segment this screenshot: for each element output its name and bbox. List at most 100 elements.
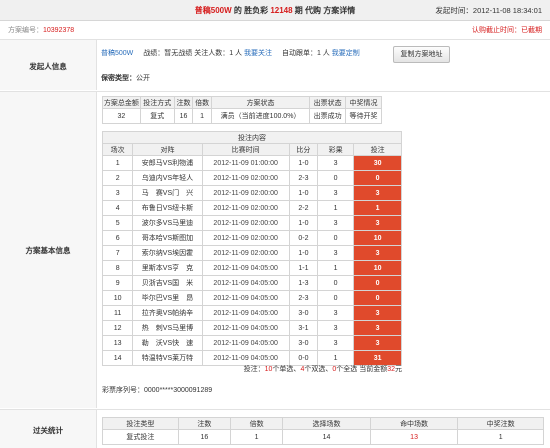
result: 0 <box>317 275 355 291</box>
match-number: 6 <box>101 230 134 246</box>
summary-row: 32 复式 16 1 满员（当前进度100.0%） 出票成功 等待开奖 <box>102 108 382 124</box>
stats-cell: 1 <box>457 429 544 445</box>
follow-link[interactable]: 我要关注 <box>244 50 272 57</box>
matchup: 热 刺VS马里博 <box>132 320 203 336</box>
bet-row: 12 热 刺VS马里博 2012-11-09 04:05:00 3-1 3 3 <box>101 320 402 336</box>
bet-summary-text: 个全选 当前金额 <box>336 366 388 373</box>
stats-cell: 1 <box>229 429 284 445</box>
scheme-summary-table: 方案总金额 投注方式 注数 倍数 方案状态 出票状态 中奖情况 32 复式 16… <box>102 96 382 124</box>
initiator-section-label: 发起人信息 <box>0 39 97 90</box>
stats-header: 倍数 <box>229 417 284 430</box>
initiator-user-link[interactable]: 普稿500W <box>101 50 133 57</box>
match-time: 2012-11-09 04:05:00 <box>201 335 290 351</box>
score: 1-0 <box>288 245 319 261</box>
match-number: 2 <box>101 170 134 186</box>
result: 0 <box>317 290 355 306</box>
result: 3 <box>317 335 355 351</box>
title-issue: 12148 <box>270 6 293 15</box>
initiator-section: 普稿500W 战绩：暂无战绩 关注人数：1 人 我要关注 自动跟单：1 人 我要… <box>97 39 550 90</box>
auto-follow-value: 1 人 <box>316 50 330 57</box>
match-time: 2012-11-09 04:05:00 <box>201 275 290 291</box>
summary-cell: 复式 <box>139 108 175 124</box>
score: 1-0 <box>288 155 319 171</box>
follow-label: 关注人数： <box>194 50 230 57</box>
bet-header-row: 场次 对阵 比赛时间 比分 彩果 投注 <box>101 143 402 156</box>
stats-cell: 复式投注 <box>102 429 179 445</box>
bet-summary-line: 投注：10个单选、4个双选、0个全选 当前金额32元 <box>102 364 402 374</box>
summary-cell: 出票成功 <box>309 108 347 124</box>
stats-section-label: 过关统计 <box>0 409 97 448</box>
summary-header: 方案总金额 <box>102 96 141 109</box>
matchup: 毕尔巴VS里 昂 <box>132 290 203 306</box>
bet-pick: 1 <box>353 200 402 216</box>
bet-summary-text: 投注： <box>243 366 265 373</box>
publish-time: 发起时间：2012-11-08 18:34:01 <box>435 5 542 16</box>
stats-cell: 13 <box>369 429 459 445</box>
privacy-line: 保密类型：公开 <box>101 73 150 83</box>
match-number: 4 <box>101 200 134 216</box>
summary-header: 出票状态 <box>309 96 347 109</box>
match-time: 2012-11-09 02:00:00 <box>201 245 290 261</box>
privacy-value: 公开 <box>136 75 150 82</box>
deadline-status: 认购截止时间：已截期 <box>472 27 542 34</box>
matchup: 贝浙吉VS国 米 <box>132 275 203 291</box>
result: 3 <box>317 215 355 231</box>
bet-pick: 0 <box>353 290 402 306</box>
result: 1 <box>317 260 355 276</box>
bet-row: 1 安郎马VS利物浦 2012-11-09 01:00:00 1-0 3 30 <box>101 155 402 171</box>
bet-pick: 3 <box>353 185 402 201</box>
bet-row: 5 波尔多VS马里迪 2012-11-09 02:00:00 1-0 3 3 <box>101 215 402 231</box>
bet-header: 投注 <box>353 143 402 156</box>
match-number: 1 <box>101 155 134 171</box>
stats-header: 注数 <box>177 417 232 430</box>
basic-info-section-title: 方案基本信息 <box>25 246 71 255</box>
match-number: 5 <box>101 215 134 231</box>
bet-row: 13 勒 沃VS快 速 2012-11-09 04:05:00 3-0 3 3 <box>101 335 402 351</box>
match-time: 2012-11-09 01:00:00 <box>201 155 290 171</box>
title-user[interactable]: 普稿500W <box>195 6 232 15</box>
match-number: 8 <box>101 260 134 276</box>
bet-content-table: 投注内容 场次 对阵 比赛时间 比分 彩果 投注 1 安郎马VS利物浦 2012-1… <box>101 131 402 366</box>
match-number: 11 <box>101 305 134 321</box>
bet-caption: 投注内容 <box>102 131 402 144</box>
summary-header: 投注方式 <box>139 96 175 109</box>
customize-link[interactable]: 我要定制 <box>332 50 360 57</box>
bet-header: 比赛时间 <box>201 143 290 156</box>
copy-scheme-url-button[interactable]: 复制方案地址 <box>393 46 450 63</box>
stats-header: 命中场数 <box>369 417 459 430</box>
result: 3 <box>317 320 355 336</box>
match-number: 9 <box>101 275 134 291</box>
current-amount: 32 <box>387 366 395 373</box>
summary-header: 中奖情况 <box>345 96 382 109</box>
score: 2-3 <box>288 290 319 306</box>
basic-info-section-label: 方案基本信息 <box>0 91 97 408</box>
pass-stats-table: 投注类型 注数 倍数 选择场数 命中场数 中奖注数 复式投注 16 1 14 1… <box>102 417 544 445</box>
bet-summary-text: 元 <box>395 366 402 373</box>
match-time: 2012-11-09 02:00:00 <box>201 185 290 201</box>
stats-header: 中奖注数 <box>457 417 544 430</box>
bet-row: 3马 赛VS门 兴 2012-11-09 02:00:00 1-0 3 3 <box>101 185 402 201</box>
result: 3 <box>317 245 355 261</box>
bet-row: 2 乌迪内VS年轻人 2012-11-09 02:00:00 2-3 0 0 <box>101 170 402 186</box>
follow-value: 1 人 <box>229 50 243 57</box>
matchup: 马 赛VS门 兴 <box>132 185 203 201</box>
match-time: 2012-11-09 04:05:00 <box>201 305 290 321</box>
match-time: 2012-11-09 02:00:00 <box>201 200 290 216</box>
initiator-info-line: 普稿500W 战绩：暂无战绩 关注人数：1 人 我要关注 自动跟单：1 人 我要… <box>101 48 360 58</box>
scheme-id: 方案编号：10392378 <box>8 25 74 35</box>
auto-follow-label: 自动跟单： <box>281 50 317 57</box>
scheme-detail-page: 普稿500W 的 胜负彩 12148 期 代购 方案详情 发起时间：2012-1… <box>0 0 550 448</box>
match-number: 13 <box>101 335 134 351</box>
score: 2-3 <box>288 170 319 186</box>
bet-row: 7 索尔纳VS埃因霍 2012-11-09 02:00:00 1-0 3 3 <box>101 245 402 261</box>
bet-row: 9 贝浙吉VS国 米 2012-11-09 04:05:00 1-3 0 0 <box>101 275 402 291</box>
title-middle: 的 胜负彩 <box>231 6 271 15</box>
matchup: 勒 沃VS快 速 <box>132 335 203 351</box>
bet-pick: 3 <box>353 320 402 336</box>
stats-header-row: 投注类型 注数 倍数 选择场数 命中场数 中奖注数 <box>102 417 544 430</box>
bet-pick: 0 <box>353 170 402 186</box>
score: 3-0 <box>288 305 319 321</box>
score: 3-0 <box>288 335 319 351</box>
scheme-id-value: 10392378 <box>43 27 75 34</box>
summary-cell: 32 <box>102 108 141 124</box>
